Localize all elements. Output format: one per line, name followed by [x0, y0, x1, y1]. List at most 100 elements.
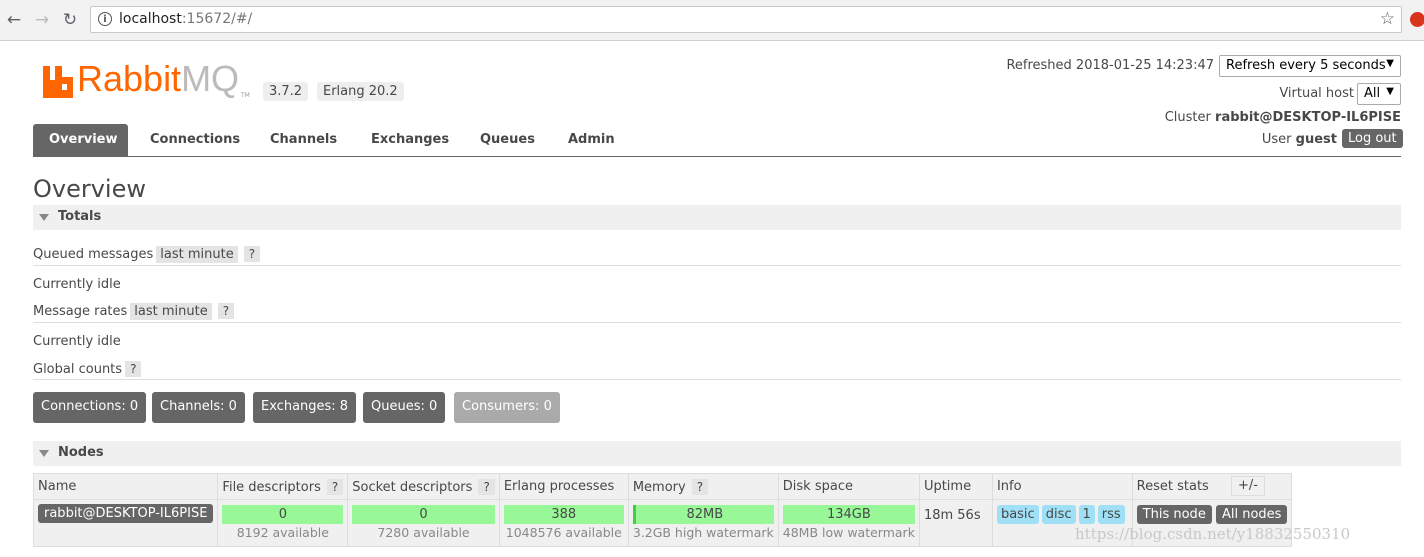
back-arrow-icon[interactable]: ← — [4, 10, 24, 30]
rates-idle-text: Currently idle — [33, 334, 121, 349]
url-text[interactable]: localhost:15672/#/ — [119, 11, 252, 27]
collapse-triangle-icon — [39, 450, 49, 457]
reset-all-nodes-button[interactable]: All nodes — [1215, 505, 1288, 524]
socket-descriptors-cell: 0 7280 available — [347, 499, 500, 547]
file-descriptors-cell: 0 8192 available — [217, 499, 349, 547]
erlang-version-badge: Erlang 20.2 — [317, 82, 404, 101]
node-name-link[interactable]: rabbit@DESKTOP-IL6PISE — [38, 504, 214, 523]
tab-queues[interactable]: Queues — [464, 124, 551, 156]
extension-icon[interactable] — [1410, 12, 1424, 27]
browser-toolbar: ← → ↻ i localhost:15672/#/ ☆ — [0, 0, 1424, 41]
cluster-info: Cluster rabbit@DESKTOP-IL6PISE — [1165, 110, 1401, 125]
info-tag-rss: rss — [1097, 505, 1125, 524]
column-label: Socket descriptors — [352, 479, 473, 495]
reset-this-node-button[interactable]: This node — [1136, 505, 1212, 524]
dropdown-arrow-icon: ▼ — [1386, 86, 1394, 97]
uptime-cell: 18m 56s — [918, 499, 993, 547]
tab-overview[interactable]: Overview — [33, 124, 128, 156]
user-label: User — [1261, 132, 1292, 147]
user-name: guest — [1295, 132, 1337, 147]
disk-watermark: 48MB low watermark — [782, 525, 915, 540]
address-bar[interactable]: i localhost:15672/#/ ☆ — [90, 6, 1402, 33]
column-reset-stats: Reset stats — [1131, 473, 1293, 500]
dropdown-arrow-icon: ▼ — [1386, 58, 1394, 69]
tab-exchanges[interactable]: Exchanges — [355, 124, 465, 156]
global-counts-label: Global counts — [33, 362, 123, 377]
queued-range-selector[interactable]: last minute — [156, 246, 238, 263]
column-disk-space: Disk space — [777, 473, 920, 500]
queues-count-button[interactable]: Queues: 0 — [363, 392, 446, 423]
reload-icon[interactable]: ↻ — [60, 10, 80, 30]
logo-mq: MQ — [181, 58, 240, 99]
version-badge: 3.7.2 — [263, 82, 309, 101]
logo-rabbit: Rabbit — [77, 58, 182, 99]
virtual-host-select[interactable]: All ▼ — [1357, 83, 1401, 105]
divider — [33, 322, 1401, 323]
virtual-host-value: All — [1364, 86, 1381, 101]
queued-messages-row: Queued messages last minute? — [33, 246, 261, 263]
column-info: Info — [991, 473, 1133, 500]
tab-connections[interactable]: Connections — [134, 124, 256, 156]
column-socket-descriptors: Socket descriptors? — [347, 473, 500, 500]
totals-title: Totals — [58, 209, 102, 224]
column-memory: Memory? — [627, 473, 779, 500]
info-tag-count: 1 — [1078, 505, 1095, 524]
socket-descriptors-available: 7280 available — [377, 525, 470, 540]
refresh-interval-value: Refresh every 5 seconds — [1226, 58, 1386, 73]
erlang-processes-bar: 388 — [503, 505, 624, 524]
logo-trademark: TM — [241, 92, 250, 99]
forward-arrow-icon[interactable]: → — [32, 10, 52, 30]
file-descriptors-available: 8192 available — [236, 525, 329, 540]
uptime-value: 18m 56s — [923, 508, 981, 523]
erlang-processes-available: 1048576 available — [505, 525, 622, 540]
nodes-title: Nodes — [58, 445, 104, 460]
memory-watermark: 3.2GB high watermark — [632, 525, 774, 540]
info-icon[interactable]: i — [98, 12, 112, 26]
cluster-label: Cluster — [1164, 110, 1211, 125]
help-button[interactable]: ? — [125, 361, 142, 377]
tab-channels[interactable]: Channels — [254, 124, 353, 156]
help-button[interactable]: ? — [478, 478, 495, 495]
user-info: User guest — [1262, 132, 1337, 147]
cluster-name: rabbit@DESKTOP-IL6PISE — [1215, 110, 1401, 125]
help-button[interactable]: ? — [243, 246, 261, 262]
divider — [33, 379, 1401, 380]
collapse-triangle-icon — [39, 214, 49, 221]
totals-section-header[interactable]: Totals — [33, 205, 1401, 230]
column-name: Name — [32, 473, 219, 500]
socket-descriptors-bar: 0 — [352, 505, 495, 524]
page-title: Overview — [33, 175, 146, 203]
url-host: localhost — [119, 11, 182, 27]
column-label: File descriptors — [222, 479, 321, 495]
help-button[interactable]: ? — [326, 478, 344, 495]
column-file-descriptors: File descriptors? — [217, 473, 349, 500]
help-button[interactable]: ? — [217, 303, 235, 319]
tab-admin[interactable]: Admin — [552, 124, 631, 156]
message-rates-label: Message rates — [33, 304, 128, 319]
refresh-interval-select[interactable]: Refresh every 5 seconds ▼ — [1219, 55, 1401, 77]
nodes-section-header[interactable]: Nodes — [33, 441, 1401, 466]
queued-idle-text: Currently idle — [33, 277, 121, 292]
file-descriptors-bar: 0 — [222, 505, 344, 524]
erlang-processes-cell: 388 1048576 available — [498, 499, 629, 547]
memory-cell: 82MB 3.2GB high watermark — [627, 499, 779, 547]
message-rates-row: Message rates last minute? — [33, 303, 235, 320]
rates-range-selector[interactable]: last minute — [130, 303, 212, 320]
divider — [33, 265, 1401, 266]
channels-count-button[interactable]: Channels: 0 — [152, 392, 245, 423]
logo-wordmark: RabbitMQ — [77, 58, 239, 100]
help-button[interactable]: ? — [691, 478, 709, 495]
watermark-text: https://blog.csdn.net/y18832550310 — [1075, 525, 1351, 543]
info-tag-disc: disc — [1041, 505, 1076, 524]
column-erlang-processes: Erlang processes — [498, 473, 629, 500]
tab-underline — [33, 156, 1401, 157]
consumers-count-button[interactable]: Consumers: 0 — [454, 392, 560, 423]
column-label: Memory — [632, 479, 686, 495]
connections-count-button[interactable]: Connections: 0 — [33, 392, 147, 423]
memory-bar: 82MB — [632, 505, 774, 524]
toggle-columns-button[interactable]: +/- — [1231, 476, 1265, 496]
exchanges-count-button[interactable]: Exchanges: 8 — [253, 392, 357, 423]
logout-button[interactable]: Log out — [1342, 129, 1403, 148]
bookmark-star-icon[interactable]: ☆ — [1380, 9, 1395, 29]
global-counts-row: Global counts? — [33, 361, 142, 377]
